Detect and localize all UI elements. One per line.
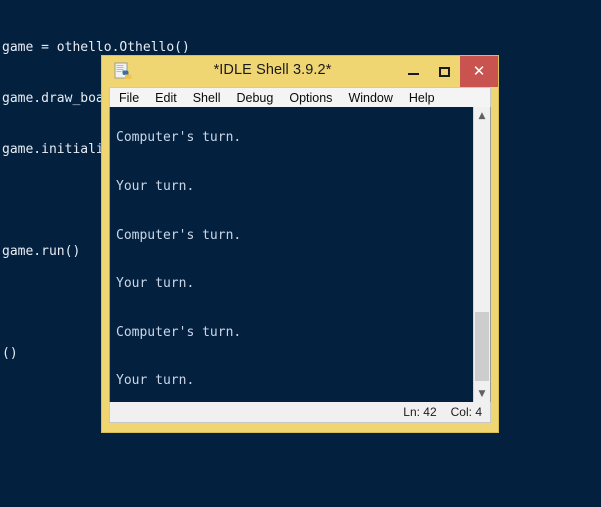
vertical-scrollbar[interactable]: ▲ ▼ [473, 107, 490, 402]
close-icon: ✕ [472, 63, 486, 80]
shell-line: Your turn. [116, 373, 195, 389]
menu-item-window[interactable]: Window [348, 91, 392, 105]
editor-line: game = othello.Othello() [2, 40, 190, 55]
shell-line: Your turn. [116, 179, 195, 194]
menu-item-edit[interactable]: Edit [155, 91, 177, 105]
minimize-button[interactable] [398, 56, 429, 87]
shell-line: Computer's turn. [116, 227, 242, 243]
scrollbar-thumb[interactable] [475, 312, 489, 381]
minimize-icon [408, 73, 419, 75]
shell-line: Computer's turn. [116, 130, 242, 146]
menu-item-options[interactable]: Options [289, 91, 332, 105]
idle-shell-window[interactable]: *IDLE Shell 3.9.2* ✕ File Edit Shell Deb… [101, 55, 499, 433]
menu-bar: File Edit Shell Debug Options Window Hel… [109, 87, 491, 107]
desktop-screen: game = othello.Othello() game.draw_board… [0, 0, 601, 507]
shell-line: Your turn. [116, 276, 195, 292]
scroll-up-icon[interactable]: ▲ [474, 107, 490, 124]
shell-output-text[interactable]: Computer's turn. Your turn. Computer's t… [110, 107, 473, 402]
scroll-down-icon[interactable]: ▼ [474, 385, 490, 402]
menu-item-shell[interactable]: Shell [193, 91, 221, 105]
status-column-number: Col: 4 [450, 405, 482, 419]
maximize-button[interactable] [429, 56, 460, 87]
window-titlebar[interactable]: *IDLE Shell 3.9.2* ✕ [102, 56, 498, 87]
close-button[interactable]: ✕ [460, 56, 498, 87]
menu-item-help[interactable]: Help [409, 91, 435, 105]
window-controls: ✕ [398, 56, 498, 87]
status-bar: Ln: 42 Col: 4 [109, 402, 491, 423]
maximize-icon [439, 66, 450, 77]
menu-item-file[interactable]: File [119, 91, 139, 105]
status-line-number: Ln: 42 [403, 405, 437, 419]
shell-line: Computer's turn. [116, 324, 242, 340]
menu-item-debug[interactable]: Debug [237, 91, 274, 105]
shell-body: Computer's turn. Your turn. Computer's t… [109, 107, 491, 402]
